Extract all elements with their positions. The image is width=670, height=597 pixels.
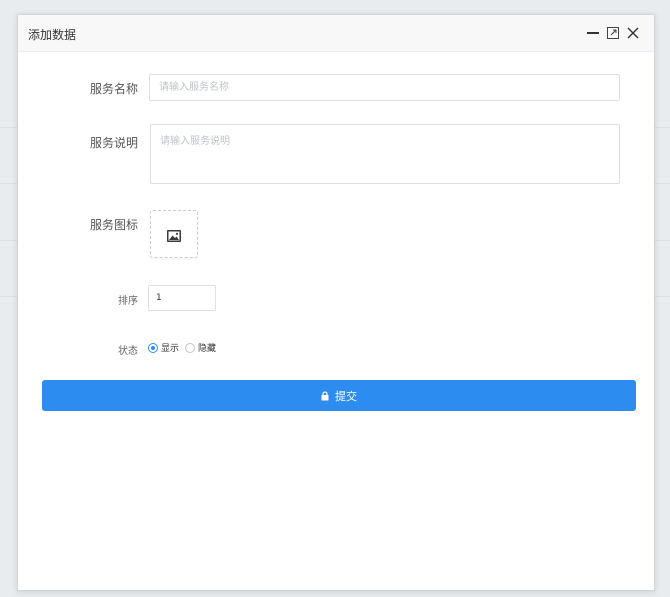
dialog-title: 添加数据 [28,28,77,42]
submit-button[interactable]: 提交 [42,380,636,411]
status-radio-show[interactable]: 显示 [148,341,179,354]
maximize-icon[interactable] [605,24,621,40]
sort-input[interactable] [148,285,216,311]
status-label: 状态 [118,346,138,357]
service-description-textarea[interactable] [150,124,620,184]
status-option-label: 隐藏 [198,344,217,354]
service-description-label: 服务说明 [89,136,138,150]
radio-unchecked-icon [185,342,196,353]
service-name-input[interactable] [149,74,620,101]
status-radio-hide[interactable]: 隐藏 [185,341,216,354]
service-name-label: 服务名称 [89,82,138,96]
status-radio-group: 显示 隐藏 [148,341,222,354]
image-icon [167,227,181,246]
lock-icon [321,390,329,400]
add-data-dialog: 添加数据 服务名称 服务说明 服务图标 [17,14,655,591]
icon-upload-box[interactable] [150,210,198,258]
status-option-label: 显示 [161,344,180,354]
submit-label: 提交 [335,389,357,403]
dialog-header: 添加数据 [18,15,654,52]
minimize-icon[interactable] [585,24,601,40]
radio-checked-icon [148,342,158,353]
sort-label: 排序 [118,296,138,307]
close-icon[interactable] [625,24,641,40]
service-icon-label: 服务图标 [89,218,138,232]
